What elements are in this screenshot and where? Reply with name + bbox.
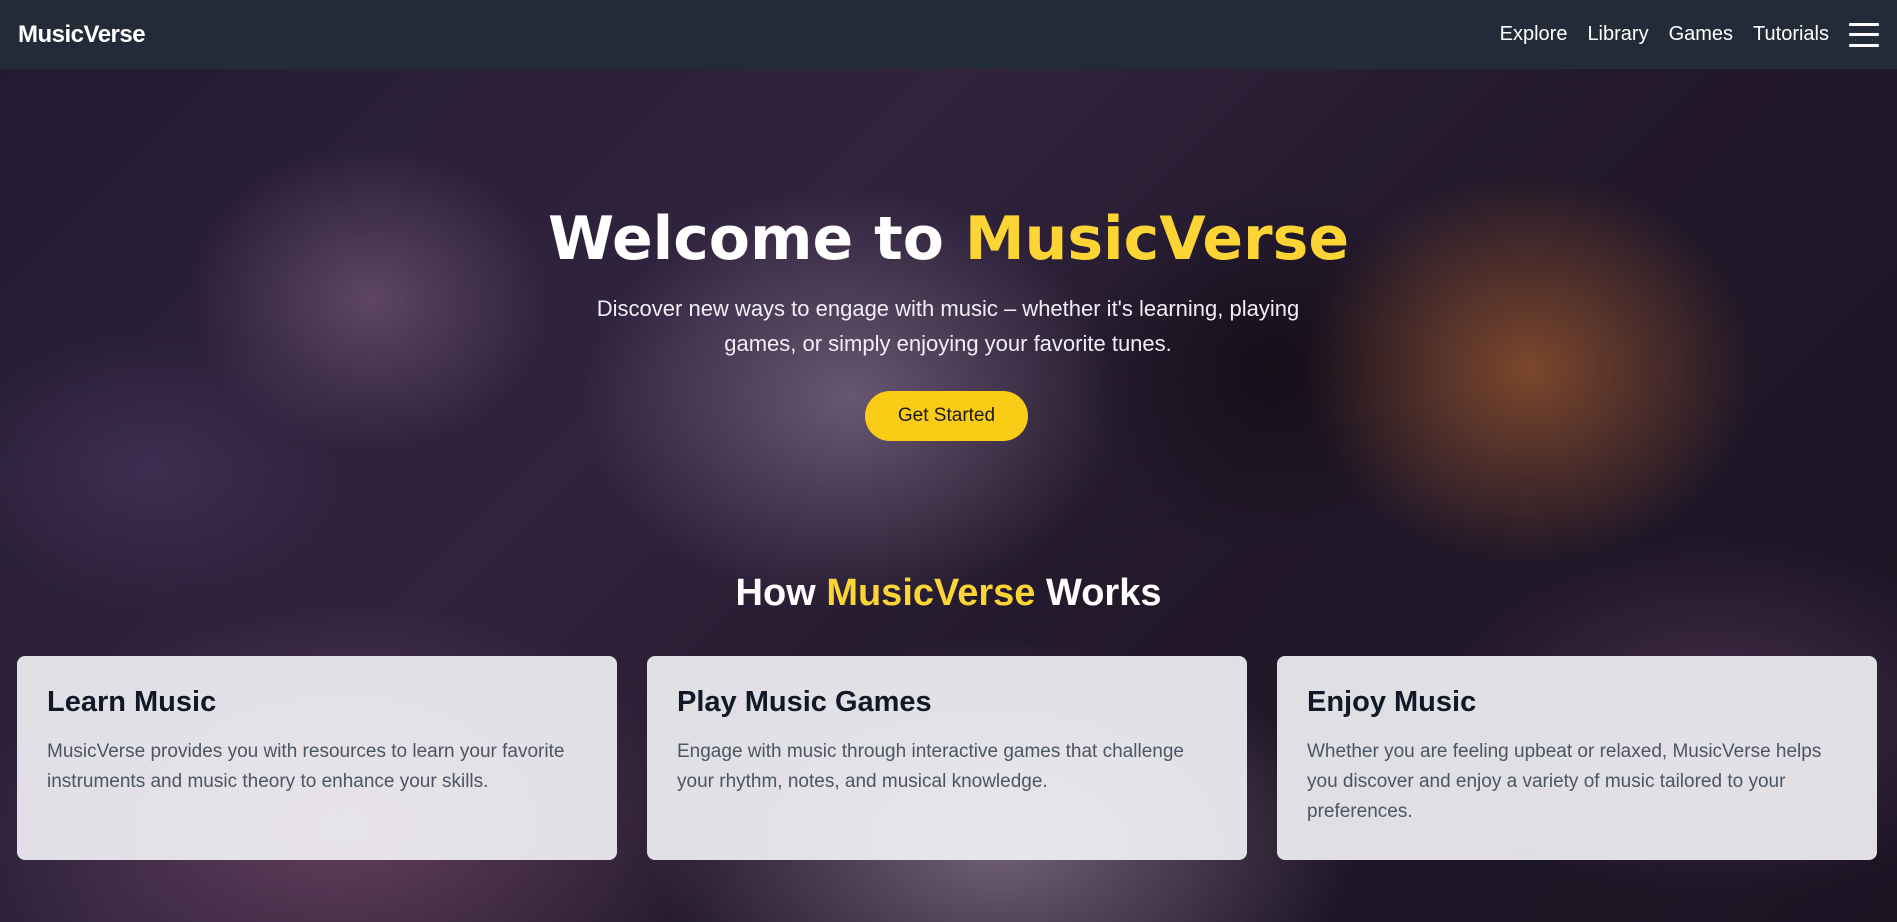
feature-card-text: Engage with music through interactive ga… — [677, 741, 1184, 792]
top-navbar: MusicVerse Explore Library Games Tutoria… — [0, 0, 1897, 69]
how-it-works-title: How MusicVerse Works — [0, 572, 1897, 615]
feature-card-learn: Learn Music MusicVerse provides you with… — [17, 656, 617, 860]
section-title-prefix: How — [735, 572, 827, 614]
hero-section: Welcome to MusicVerse Discover new ways … — [0, 69, 1897, 922]
nav-link-library[interactable]: Library — [1587, 23, 1648, 46]
feature-card-text: MusicVerse provides you with resources t… — [47, 741, 565, 792]
feature-card-text: Whether you are feeling upbeat or relaxe… — [1307, 741, 1822, 822]
hero-title-accent: MusicVerse — [964, 204, 1350, 274]
hamburger-bar — [1849, 33, 1879, 36]
nav-links: Explore Library Games Tutorials — [1480, 21, 1879, 49]
feature-card-title: Enjoy Music — [1307, 686, 1477, 718]
hero-subtitle: Discover new ways to engage with music –… — [596, 296, 1300, 356]
get-started-button[interactable]: Get Started — [865, 391, 1028, 441]
nav-link-tutorials[interactable]: Tutorials — [1753, 23, 1829, 46]
hero-title-prefix: Welcome to — [547, 204, 965, 274]
brand-logo[interactable]: MusicVerse — [18, 21, 146, 49]
feature-card-title: Play Music Games — [677, 686, 932, 718]
hamburger-bar — [1849, 43, 1879, 47]
hamburger-menu-icon[interactable] — [1849, 21, 1879, 49]
hero-title: Welcome to MusicVerse — [0, 204, 1897, 274]
section-title-suffix: Works — [1035, 572, 1162, 614]
hamburger-bar — [1849, 22, 1879, 26]
feature-card-title: Learn Music — [47, 686, 217, 718]
nav-link-games[interactable]: Games — [1669, 23, 1733, 46]
feature-card-enjoy: Enjoy Music Whether you are feeling upbe… — [1277, 656, 1877, 860]
section-title-accent: MusicVerse — [826, 572, 1036, 614]
feature-card-play: Play Music Games Engage with music throu… — [647, 656, 1247, 860]
nav-link-explore[interactable]: Explore — [1500, 23, 1568, 46]
